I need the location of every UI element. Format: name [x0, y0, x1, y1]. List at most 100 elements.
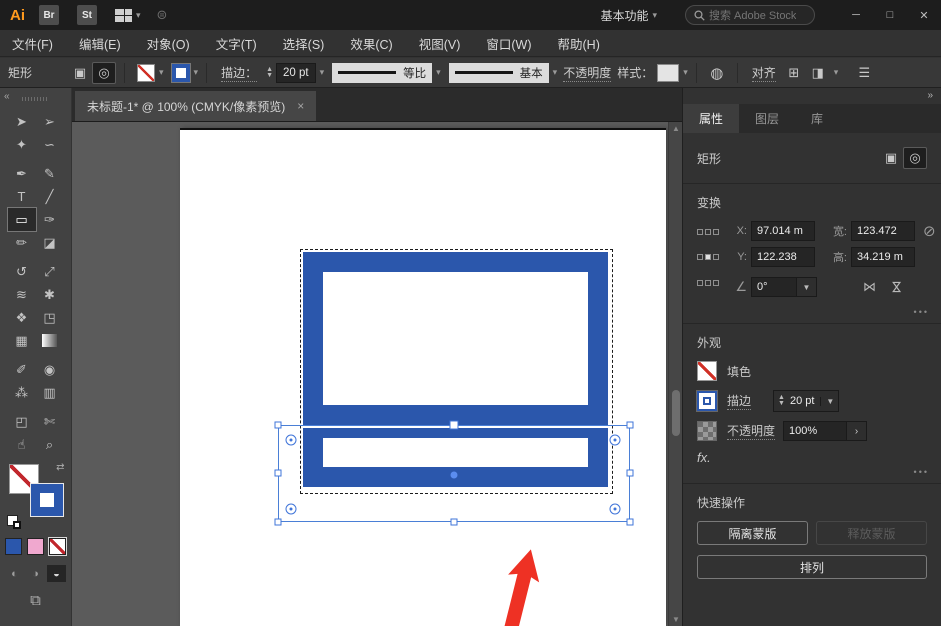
hand-tool[interactable]: ☝ [8, 433, 36, 456]
reference-point-locator[interactable] [697, 229, 719, 303]
stock-button[interactable]: St [77, 5, 97, 25]
x-field[interactable] [751, 221, 815, 241]
default-fill-stroke-icon[interactable] [7, 515, 18, 526]
close-tab-icon[interactable]: × [297, 99, 304, 113]
chevron-down-icon[interactable]: ▾ [320, 67, 325, 78]
arrange-documents-button[interactable]: ▾ [115, 9, 141, 22]
mesh-tool[interactable]: ▦ [8, 329, 36, 352]
chevron-down-icon[interactable]: ▾ [194, 67, 199, 78]
corner-radius-widget[interactable] [286, 504, 297, 515]
line-segment-tool[interactable]: ╱ [36, 185, 64, 208]
share-screen-icon[interactable]: ⊜ [157, 7, 168, 23]
change-screen-mode-icon[interactable]: ⧉ [30, 592, 41, 609]
selection-handle[interactable] [627, 422, 634, 429]
shape-builder-tool[interactable]: ❖ [8, 306, 36, 329]
magic-wand-tool[interactable]: ✦ [8, 133, 36, 156]
scroll-up-icon[interactable]: ▲ [669, 124, 682, 133]
transform-more-options[interactable]: ••• [914, 307, 929, 317]
opacity-value-field[interactable]: 100% [783, 421, 847, 441]
chevron-down-icon[interactable]: ▾ [683, 67, 688, 78]
corner-widget-toggle[interactable]: ▣ [68, 62, 92, 84]
paintbrush-tool[interactable]: ✑ [36, 208, 64, 231]
brush-definition-dropdown[interactable]: 基本 [449, 63, 549, 83]
menu-object[interactable]: 对象(O) [147, 34, 190, 53]
stroke-swatch[interactable] [697, 391, 717, 411]
graphic-style-swatch[interactable] [657, 64, 679, 82]
chevron-down-icon[interactable]: ▼ [820, 397, 834, 406]
opacity-panel-link[interactable]: 不透明度 [563, 64, 611, 82]
width-tool[interactable]: ≋ [8, 283, 36, 306]
lasso-tool[interactable]: ∽ [36, 133, 64, 156]
corner-radius-widget[interactable] [610, 504, 621, 515]
fill-color-swatch[interactable] [137, 64, 155, 82]
selection-handle[interactable] [275, 470, 282, 477]
chevron-down-icon[interactable]: ▾ [553, 67, 558, 78]
shaper-tool[interactable]: ✏ [8, 231, 36, 254]
menu-effect[interactable]: 效果(C) [350, 34, 392, 53]
height-field[interactable] [851, 247, 915, 267]
chevron-down-icon[interactable]: ▾ [834, 67, 839, 78]
control-bar-menu-icon[interactable]: ☰ [852, 62, 876, 84]
selection-handle[interactable] [275, 422, 282, 429]
chevron-down-icon[interactable]: ▾ [436, 67, 441, 78]
slice-tool[interactable]: ✄ [36, 410, 64, 433]
color-swatch-none[interactable] [49, 538, 66, 555]
scroll-down-icon[interactable]: ▼ [669, 615, 682, 624]
chevron-down-icon[interactable]: ▾ [159, 67, 164, 78]
appearance-more-options[interactable]: ••• [914, 467, 929, 477]
canvas[interactable]: ▲ ▼ [72, 122, 682, 626]
selection-handle[interactable] [627, 470, 634, 477]
artboard-tool[interactable]: ◰ [8, 410, 36, 433]
center-point-toggle[interactable]: ◎ [903, 147, 927, 169]
selection-center-point[interactable] [451, 472, 458, 479]
puppet-warp-tool[interactable]: ✱ [36, 283, 64, 306]
gradient-tool[interactable] [36, 329, 64, 352]
eyedropper-tool[interactable]: ✐ [8, 358, 36, 381]
tab-layers[interactable]: 图层 [739, 104, 795, 133]
arrange-button[interactable]: 排列 [697, 555, 927, 579]
bridge-button[interactable]: Br [39, 5, 59, 25]
collapse-tools-icon[interactable]: « [4, 91, 10, 102]
globe-icon[interactable]: ◍ [705, 62, 729, 84]
link-dimensions-icon[interactable]: ⊘ [923, 222, 936, 240]
draw-normal-icon[interactable]: ◐ [5, 565, 24, 582]
menu-window[interactable]: 窗口(W) [486, 34, 531, 53]
menu-type[interactable]: 文字(T) [216, 34, 257, 53]
collapse-panel-icon[interactable]: » [927, 90, 933, 101]
curvature-tool[interactable]: ✎ [36, 162, 64, 185]
corner-radius-widget[interactable] [286, 435, 297, 446]
corner-widget-toggle[interactable]: ▣ [879, 147, 903, 169]
perspective-grid-tool[interactable]: ◳ [36, 306, 64, 329]
opacity-swatch[interactable] [697, 421, 717, 441]
stroke-panel-link[interactable]: 描边 [727, 392, 751, 410]
close-button[interactable]: ✕ [907, 0, 941, 30]
y-field[interactable] [751, 247, 815, 267]
isolate-mask-button[interactable]: 隔离蒙版 [697, 521, 808, 545]
document-tab[interactable]: 未标题-1* @ 100% (CMYK/像素预览) × [75, 91, 316, 121]
selection-handle[interactable] [451, 519, 458, 526]
menu-help[interactable]: 帮助(H) [558, 34, 600, 53]
stroke-color-swatch[interactable] [172, 64, 190, 82]
selection-handle[interactable] [627, 519, 634, 526]
maximize-button[interactable]: □ [873, 0, 907, 30]
menu-view[interactable]: 视图(V) [419, 34, 461, 53]
zoom-tool[interactable]: ⌕ [36, 433, 64, 456]
symbol-sprayer-tool[interactable]: ⁂ [8, 381, 36, 404]
opacity-panel-link[interactable]: 不透明度 [727, 422, 775, 440]
stroke-weight-stepper[interactable]: ▲▼ [266, 67, 273, 79]
scrollbar-thumb[interactable] [672, 390, 680, 436]
rotate-tool[interactable]: ↺ [8, 260, 36, 283]
fill-swatch[interactable] [697, 361, 717, 381]
width-field[interactable] [851, 221, 915, 241]
flip-vertical-icon[interactable]: ⋈ [889, 281, 905, 294]
align-panel-link[interactable]: 对齐 [752, 64, 776, 82]
opacity-expand-icon[interactable]: › [847, 421, 867, 441]
scale-tool[interactable]: ⤢ [36, 260, 64, 283]
rectangle-tool[interactable]: ▭ [8, 208, 36, 231]
tools-drag-handle[interactable] [22, 97, 48, 101]
center-point-toggle[interactable]: ◎ [92, 62, 116, 84]
color-swatch-blue[interactable] [5, 538, 22, 555]
workspace-switcher[interactable]: 基本功能 ▾ [600, 7, 657, 24]
align-objects-icon[interactable]: ⊞ [782, 62, 806, 84]
direct-selection-tool[interactable]: ➢ [36, 110, 64, 133]
